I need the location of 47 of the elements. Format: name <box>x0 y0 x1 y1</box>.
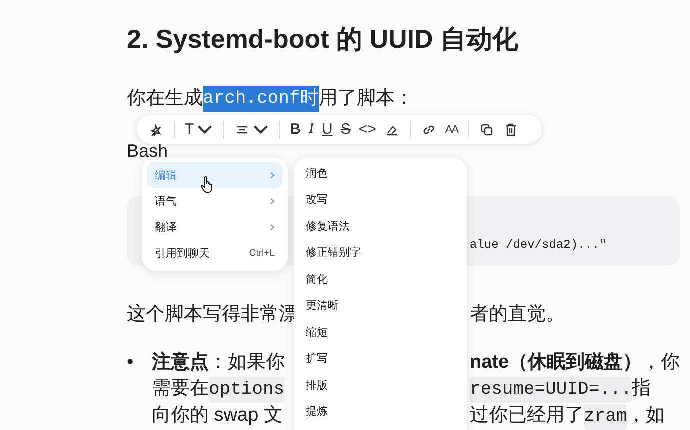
magic-wand-icon <box>148 122 164 138</box>
text: ：如果你 <box>209 351 285 375</box>
section-heading: 2. Systemd-boot 的 UUID 自动化 <box>127 23 518 56</box>
text: ，如 <box>627 404 666 428</box>
menu-item[interactable]: 简化 <box>294 266 467 292</box>
menu-item[interactable]: 语气 <box>147 188 283 214</box>
text: 注意点 <box>152 350 209 375</box>
code-language-label: Bash <box>127 142 168 160</box>
toolbar-button[interactable]: <> <box>356 118 380 140</box>
menu-item[interactable]: 修正错别字 <box>294 240 467 266</box>
selected-text: 时 <box>300 86 320 112</box>
text: 你在生成 <box>127 87 203 111</box>
menu-item[interactable]: 提炼 <box>294 398 467 425</box>
text: 指 <box>632 377 652 401</box>
code-text: alue /dev/sda2)..." <box>470 238 608 252</box>
text: 需要在 <box>152 377 209 401</box>
inline-code: resume=UUID=... <box>470 377 632 403</box>
toolbar-button[interactable]: I <box>306 118 318 140</box>
menu-item[interactable]: 修复语法 <box>294 213 467 240</box>
inline-code: options <box>209 377 285 403</box>
menu-item[interactable]: 润色 <box>294 160 467 186</box>
text: 者的直觉。 <box>470 303 565 327</box>
chevron-icon <box>270 198 275 204</box>
toolbar-button[interactable]: S <box>338 118 354 140</box>
text: nate（休眠到磁盘） <box>470 351 642 375</box>
toolbar-button[interactable]: U <box>319 118 336 140</box>
menu-item[interactable]: 扩写 <box>294 346 467 372</box>
shortcut-label: Ctrl+L <box>249 248 275 258</box>
menu-item[interactable]: 缩短 <box>294 319 467 346</box>
toolbar-button[interactable]: AA <box>442 118 462 140</box>
menu-item[interactable]: 排版 <box>294 372 467 398</box>
toolbar-button[interactable]: T <box>182 118 216 140</box>
selected-text: arch.conf <box>203 86 300 112</box>
menu-item[interactable]: 引用到聊天 Ctrl+L <box>147 240 283 266</box>
copy-icon <box>479 122 496 138</box>
text: ，你 <box>642 351 680 375</box>
menu-item[interactable]: 翻译 <box>147 214 283 240</box>
chevron-icon <box>270 224 275 230</box>
chevron-icon <box>270 172 275 178</box>
bullet-mark: • <box>127 351 135 375</box>
toolbar-button[interactable]: B <box>287 118 304 140</box>
text: 向你的 swap 文 <box>152 404 283 428</box>
text: 用了脚本： <box>319 87 414 111</box>
menu-item[interactable]: 更清晰 <box>294 292 467 319</box>
inline-code: zram <box>584 404 628 430</box>
text: 过你已经用了 <box>470 404 584 428</box>
menu-item[interactable]: 改写 <box>294 186 467 213</box>
